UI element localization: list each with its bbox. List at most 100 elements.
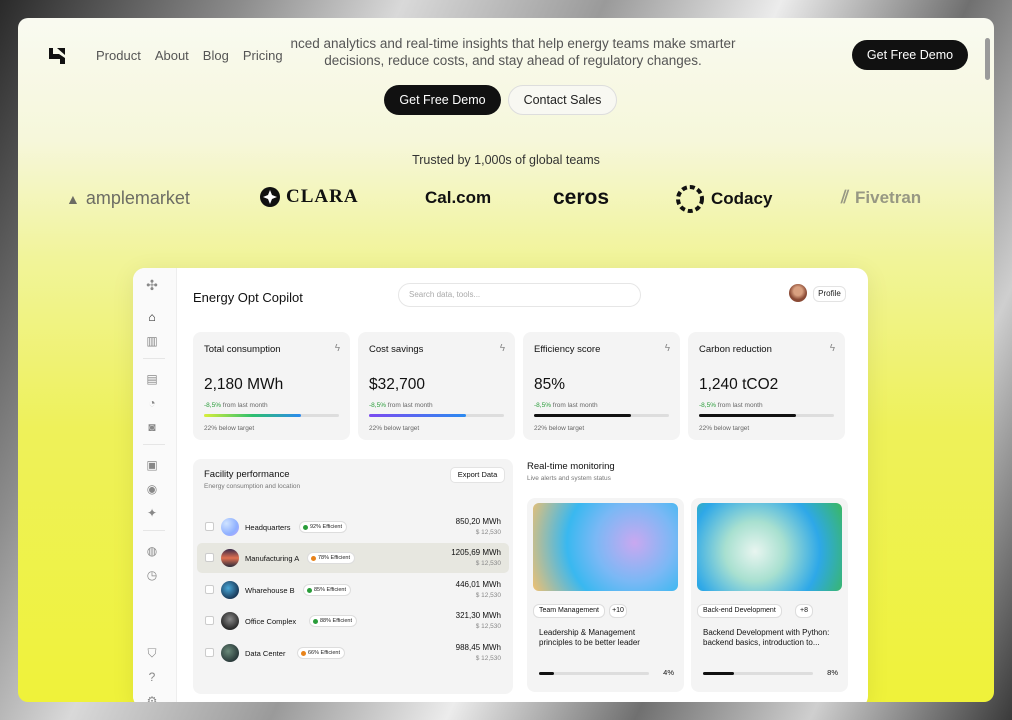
main-nav: Product About Blog Pricing [96, 48, 283, 63]
browser-window: Product About Blog Pricing nced analytic… [18, 18, 994, 702]
stat-card-carbon: Carbon reduction ϟ 1,240 tCO2 -8,5% from… [688, 332, 845, 440]
chart-icon[interactable]: ▥ [145, 334, 159, 348]
stat-change: -8,5% from last month [699, 402, 763, 409]
row-checkbox[interactable] [205, 648, 214, 657]
status-badge-text: 66% Efficient [308, 650, 341, 656]
stat-change-value: -8,5% [534, 402, 551, 409]
sparkle-icon[interactable]: ✦ [145, 506, 159, 520]
nav-pricing[interactable]: Pricing [243, 48, 283, 63]
logo-fivetran-text: Fivetran [855, 187, 922, 207]
stat-change-suffix: from last month [387, 402, 433, 409]
monitoring-title: Real-time monitoring [527, 461, 615, 472]
monitoring-card[interactable]: Back-end Development +8 Backend Developm… [691, 498, 848, 692]
facility-thumbnail [221, 518, 239, 536]
facility-subtitle: Energy consumption and location [204, 483, 301, 490]
facility-thumbnail [221, 581, 239, 599]
table-row[interactable]: Manufacturing A 78% Efficient 1205,69 MW… [197, 543, 509, 573]
codacy-mark-icon [676, 185, 704, 213]
facility-cost: $ 12,530 [475, 529, 501, 536]
shield-icon[interactable]: ⛉ [145, 646, 159, 660]
stat-footnote: 22% below target [534, 425, 585, 432]
search-input[interactable]: Search data, tools... [398, 283, 641, 307]
export-data-button[interactable]: Export Data [450, 467, 505, 483]
facility-thumbnail [221, 644, 239, 662]
table-row[interactable]: Office Complex 88% Efficient 321,30 MWh … [197, 606, 509, 636]
bolt-icon: ϟ [334, 343, 340, 354]
logo-ceros: ceros [553, 186, 609, 210]
stat-footnote: 22% below target [204, 425, 255, 432]
trusted-label: Trusted by 1,000s of global teams [412, 153, 600, 167]
stat-card-savings: Cost savings ϟ $32,700 -8,5% from last m… [358, 332, 515, 440]
get-demo-button[interactable]: Get Free Demo [384, 85, 501, 115]
status-badge: 78% Efficient [307, 552, 356, 564]
row-checkbox[interactable] [205, 522, 214, 531]
bell-icon[interactable]: ◉ [145, 482, 159, 496]
status-badge: 88% Efficient [309, 615, 358, 627]
logo-fivetran: ⫽ Fivetran [841, 187, 921, 208]
contact-sales-button[interactable]: Contact Sales [508, 85, 617, 115]
logo-codacy-text: Codacy [711, 189, 773, 208]
stat-change-value: -8,5% [699, 402, 716, 409]
stat-value: 1,240 tCO2 [699, 376, 779, 393]
status-badge-text: 92% Efficient [310, 524, 343, 530]
table-row[interactable]: Wharehouse B 85% Efficient 446,01 MWh $ … [197, 575, 509, 605]
location-icon[interactable]: ◍ [145, 544, 159, 558]
facility-cost: $ 12,530 [475, 592, 501, 599]
bolt-icon: ϟ [664, 343, 670, 354]
card-tag: Back-end Development [697, 604, 782, 618]
nav-demo-button[interactable]: Get Free Demo [852, 40, 968, 70]
app-sidebar: ✣ ⌂ ▥ ▤ ◔ ◙ ▣ ◉ ✦ ◍ ◷ ⛉ ? ⚙ [133, 268, 177, 702]
nav-product[interactable]: Product [96, 48, 141, 63]
facility-name: Data Center [245, 649, 286, 658]
logo-clara-text: CLARA [286, 186, 359, 207]
table-row[interactable]: Headquarters 92% Efficient 850,20 MWh $ … [197, 512, 509, 542]
help-icon[interactable]: ? [145, 670, 159, 684]
monitoring-subtitle: Live alerts and system status [527, 475, 611, 482]
settings-icon[interactable]: ⚙ [145, 694, 159, 702]
hero-subtitle: nced analytics and real-time insights th… [290, 36, 736, 68]
stat-footnote: 22% below target [699, 425, 750, 432]
status-badge-text: 88% Efficient [320, 618, 353, 624]
stat-change-value: -8,5% [204, 402, 221, 409]
home-icon[interactable]: ⌂ [145, 310, 159, 324]
scrollbar[interactable] [985, 38, 990, 80]
card-description: Leadership & Management principles to be… [539, 628, 640, 647]
facility-name: Manufacturing A [245, 554, 300, 563]
table-row[interactable]: Data Center 66% Efficient 988,45 MWh $ 1… [197, 638, 509, 668]
facility-thumbnail [221, 612, 239, 630]
sidebar-divider [143, 530, 165, 531]
facility-energy: 321,30 MWh [455, 611, 501, 620]
card-progress [703, 672, 813, 675]
clara-mark-icon [260, 187, 280, 207]
facility-title: Facility performance [204, 469, 290, 480]
logo-codacy: Codacy [675, 184, 772, 214]
sidebar-divider [143, 358, 165, 359]
avatar[interactable] [789, 284, 807, 302]
profile-button[interactable]: Profile [813, 286, 846, 302]
card-image [697, 503, 842, 591]
gauge-icon[interactable]: ◔ [145, 396, 159, 410]
monitoring-card[interactable]: Team Management +10 Leadership & Managem… [527, 498, 684, 692]
building-icon[interactable]: ▤ [145, 372, 159, 386]
facility-name: Headquarters [245, 523, 291, 532]
stat-title: Carbon reduction [699, 344, 772, 355]
history-icon[interactable]: ◷ [145, 568, 159, 582]
nav-about[interactable]: About [155, 48, 189, 63]
logo-cal-text: Cal.com [425, 188, 492, 207]
stat-value: 2,180 MWh [204, 376, 284, 393]
row-checkbox[interactable] [205, 553, 214, 562]
bolt-icon: ϟ [499, 343, 505, 354]
nav-blog[interactable]: Blog [203, 48, 229, 63]
row-checkbox[interactable] [205, 585, 214, 594]
status-badge: 92% Efficient [299, 521, 348, 533]
brand-logo[interactable] [47, 46, 67, 66]
pulse-icon[interactable]: ◙ [145, 420, 159, 434]
stat-progress [699, 414, 834, 417]
row-checkbox[interactable] [205, 616, 214, 625]
fivetran-mark-icon: ⫽ [841, 187, 850, 207]
document-icon[interactable]: ▣ [145, 458, 159, 472]
stat-value: $32,700 [369, 376, 426, 393]
app-logo-icon: ✣ [146, 277, 158, 293]
facility-name: Wharehouse B [245, 586, 295, 595]
stat-change: -8,5% from last month [534, 402, 598, 409]
